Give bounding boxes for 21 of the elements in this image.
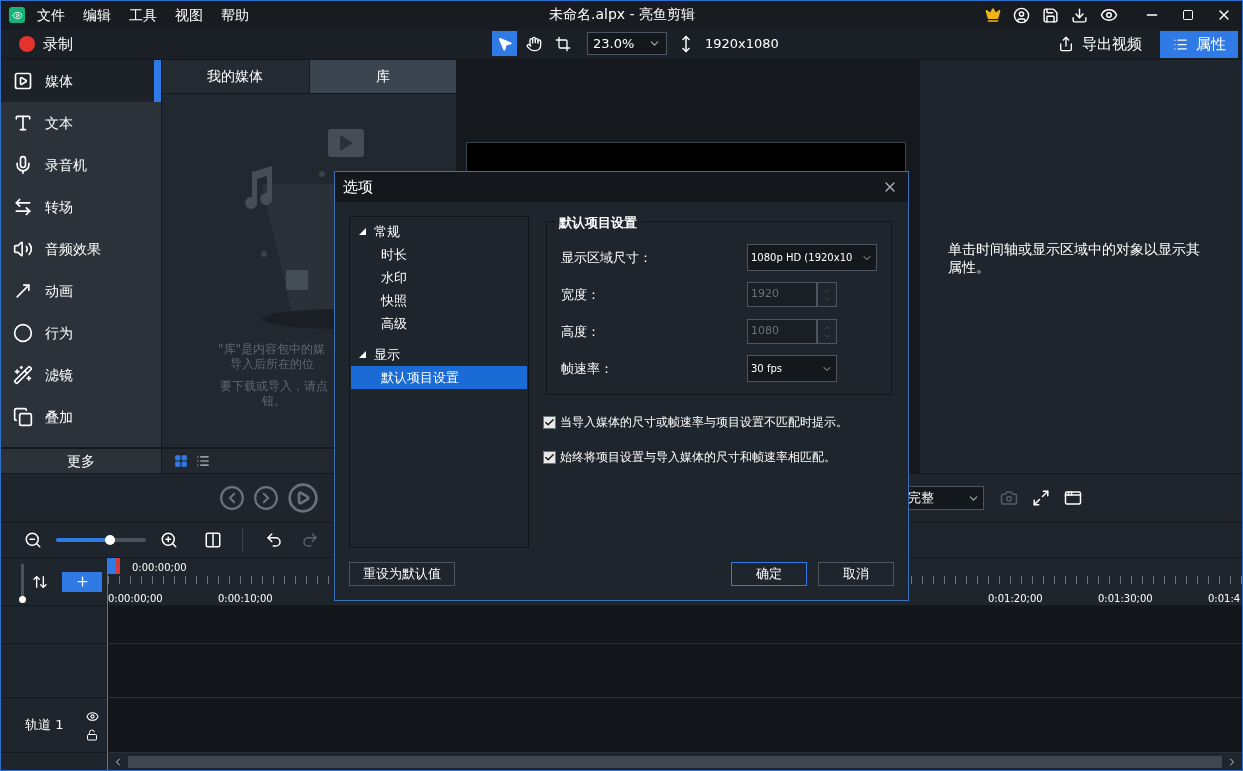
field-label: 帧速率： — [561, 359, 614, 378]
field-label: 高度： — [561, 322, 601, 341]
time-label: 0:01:20;00 — [988, 592, 1043, 605]
library-hint-text: "库"是内容包中的媒 — [218, 342, 326, 357]
track-label: 轨道 1 — [25, 716, 64, 735]
group-title: 默认项目设置 — [555, 213, 641, 233]
field-label: 宽度： — [561, 285, 601, 304]
time-label: 0:00:10;00 — [218, 592, 273, 605]
checkbox-label: 始终将项目设置与导入媒体的尺寸和帧速率相匹配。 — [560, 449, 836, 466]
time-label: 0:01:4 — [1208, 592, 1241, 605]
library-hint-text: 钮。 — [262, 394, 286, 409]
checkbox-label: 当导入媒体的尺寸或帧速率与项目设置不匹配时提示。 — [560, 414, 848, 431]
library-hint-text: 要下载或导入，请点 — [220, 379, 328, 394]
window-title: 未命名.alpx - 亮鱼剪辑 — [549, 5, 696, 24]
time-label: 0:00:00;00 — [108, 592, 163, 605]
field-label: 显示区域尺寸： — [561, 248, 653, 267]
time-label: 0:01:30;00 — [1098, 592, 1153, 605]
playhead-time: 0:00:00;00 — [132, 561, 187, 575]
canvas-size: 1920x1080 — [705, 34, 779, 53]
dialog-title: 选项 — [343, 176, 373, 198]
properties-hint: 单击时间轴或显示区域中的对象以显示其属性。 — [948, 240, 1201, 276]
